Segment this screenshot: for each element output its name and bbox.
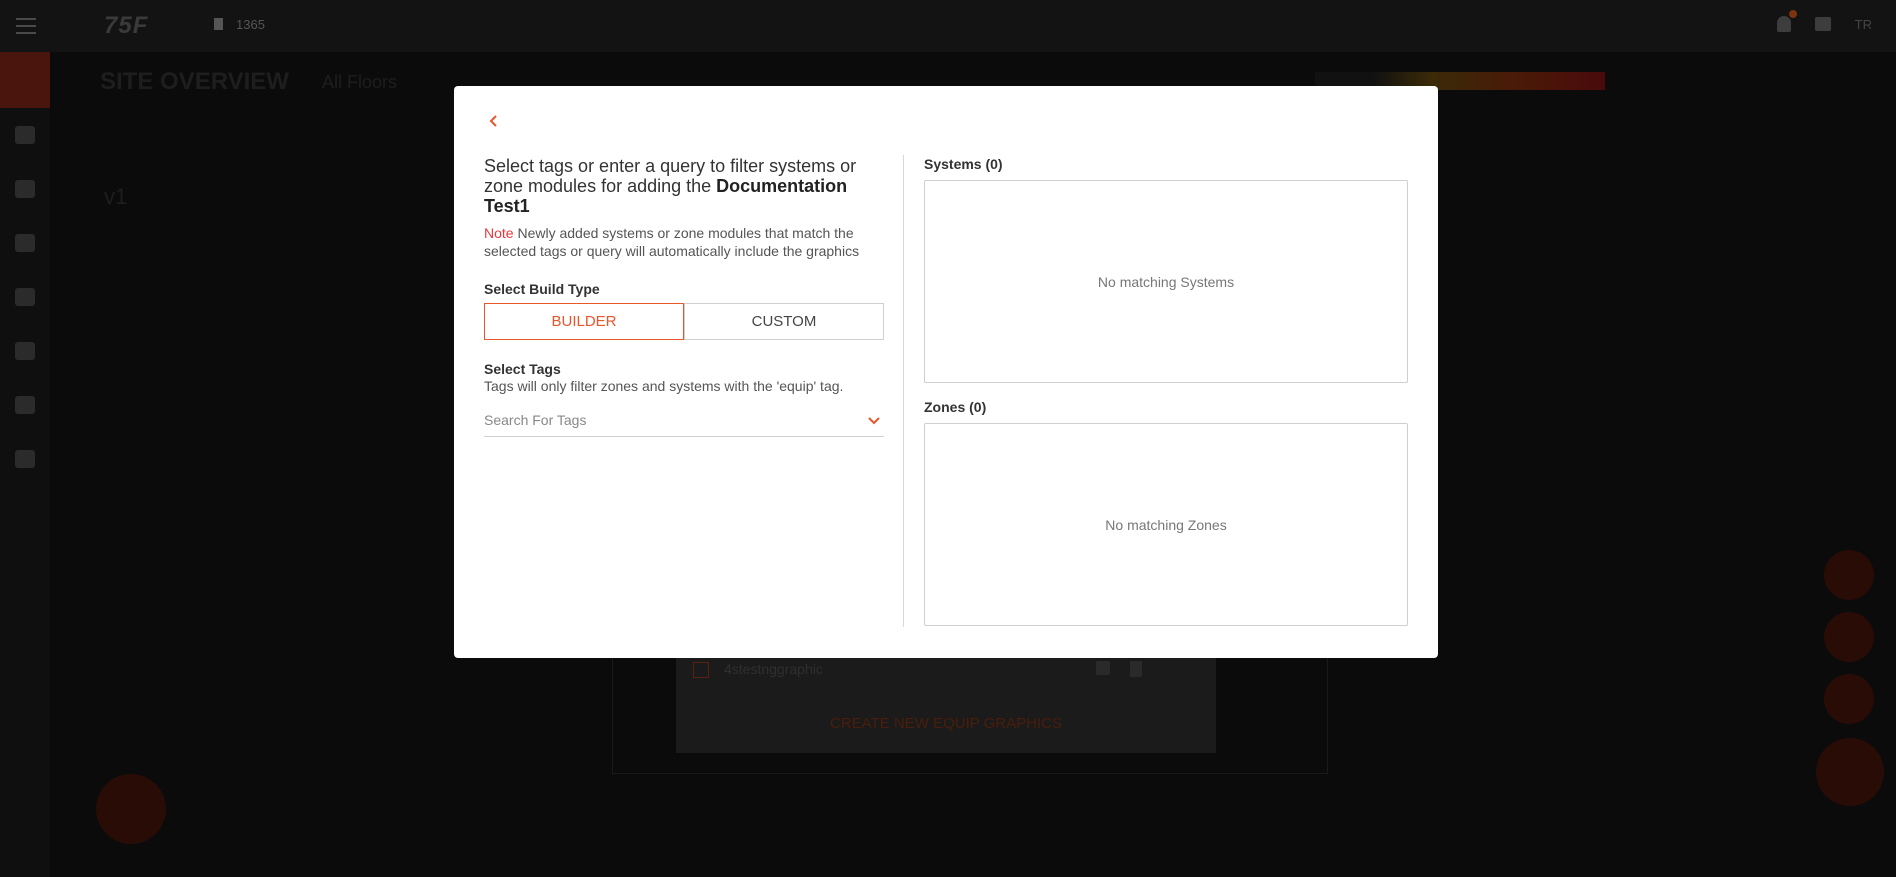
zones-title: Zones (0) [924,399,987,415]
note-text: Newly added systems or zone modules that… [484,225,860,259]
notification-dot [1788,10,1797,18]
chevron-left-icon [489,115,497,127]
alerts-icon[interactable] [15,342,35,360]
systems-empty-text: No matching Systems [1097,273,1235,290]
back-button[interactable] [484,111,504,131]
hierarchy-icon[interactable] [15,396,35,414]
thumb-icon[interactable] [1096,661,1110,675]
results-column: Systems (0) No matching Systems Zones (0… [924,156,1408,626]
note-label: Note [484,225,514,241]
select-tags-label: Select Tags [484,361,561,377]
sidebar-item-active[interactable] [0,52,50,108]
dashboard-icon[interactable] [15,234,35,252]
tag-search-input[interactable] [484,408,844,432]
equip-graphics-panel: 4stestnggraphic CREATE NEW EQUIP GRAPHIC… [676,655,1216,753]
build-type-toggle: BUILDER CUSTOM [484,303,884,340]
zones-list: No matching Zones [924,423,1408,626]
tag-search-field[interactable] [484,408,884,437]
calendar-icon[interactable] [15,126,35,144]
chevron-down-icon[interactable] [866,412,882,428]
zones-empty-text: No matching Zones [1105,516,1227,533]
top-bar: 75F 1365 TR [0,0,1896,52]
messages-icon[interactable] [1814,17,1831,31]
page-title: SITE OVERVIEW [100,68,289,95]
custom-button[interactable]: CUSTOM [684,303,884,340]
sidebar [0,52,50,877]
building-icon [214,18,223,30]
menu-icon[interactable] [16,18,36,34]
chat-launcher[interactable] [96,774,166,844]
column-divider [903,155,904,627]
list-item-checkbox[interactable] [693,662,709,678]
pie-chart-icon[interactable] [15,288,35,306]
notifications-icon[interactable] [1776,10,1797,32]
laptop-icon[interactable] [15,180,35,198]
list-item[interactable]: 4stestnggraphic [724,661,823,677]
floor-selector[interactable]: All Floors [322,72,397,93]
modal-intro: Select tags or enter a query to filter s… [484,156,884,216]
note: Note Newly added systems or zone modules… [484,224,884,260]
bookmark-icon[interactable] [1130,661,1142,677]
systems-list: No matching Systems [924,180,1408,383]
app-logo: 75F [104,12,149,39]
fab-download[interactable] [1824,674,1874,724]
user-menu[interactable]: TR [1855,17,1872,32]
fab-close[interactable] [1816,738,1884,806]
version-label: v1 [104,184,128,209]
add-graphics-modal: Select tags or enter a query to filter s… [454,86,1438,658]
settings-icon[interactable] [15,450,35,468]
create-equip-graphics-button[interactable]: CREATE NEW EQUIP GRAPHICS [676,715,1216,732]
systems-title: Systems (0) [924,156,1003,172]
top-right-actions: TR [1776,10,1872,32]
tags-help-text: Tags will only filter zones and systems … [484,378,844,394]
fab-list[interactable] [1824,612,1874,662]
builder-button[interactable]: BUILDER [484,303,684,340]
filter-column: Select tags or enter a query to filter s… [484,156,884,437]
site-name[interactable]: 1365 [236,17,265,32]
build-type-label: Select Build Type [484,281,600,297]
fab-settings[interactable] [1824,550,1874,600]
